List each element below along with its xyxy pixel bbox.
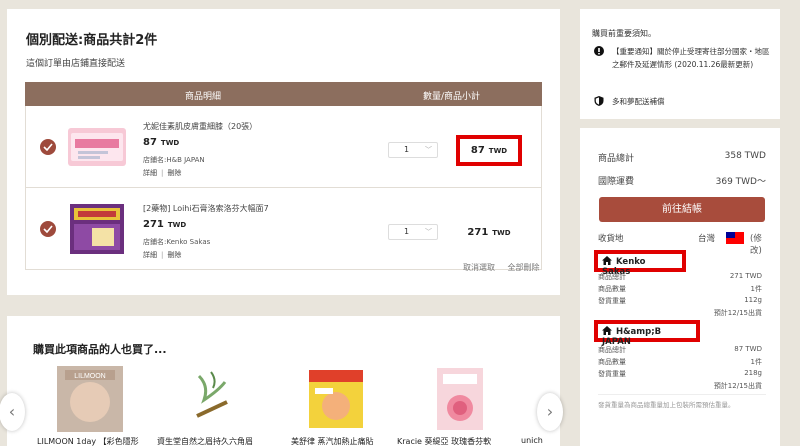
taiwan-flag-icon [726,232,744,244]
notice-text[interactable]: 【重要通知】關於停止受理寄往部分國家・地區之郵件及延遲情形 (2020.11.2… [612,45,770,71]
item-links: 詳細 | 刪除 [143,169,182,177]
shield-icon [594,96,604,106]
select-checkbox[interactable] [40,139,56,155]
bulk-actions: 取消選取 全部刪除 [453,262,540,273]
quantity-select[interactable]: 1 ﹀ [388,142,438,158]
product-image[interactable] [68,202,126,256]
header-item: 商品明細 [185,92,222,102]
delete-all-link[interactable]: 全部刪除 [508,263,540,272]
item-links: 詳細 | 刪除 [143,251,182,259]
delete-link[interactable]: 刪除 [167,251,181,259]
cart-table-header: 商品明細 數量/商品小計 [25,82,542,106]
notice-title: 購買前重要須知。 [592,29,656,38]
notice-panel: 購買前重要須知。 【重要通知】關於停止受理寄往部分國家・地區之郵件及延遲情形 (… [580,9,780,119]
recommend-name[interactable]: 美舒律 蒸汽加熱止痛貼 [291,436,374,446]
total-label: 商品總計 [598,154,635,164]
shipping-value: 369 TWD～ [715,177,766,187]
destination-country: 台灣 [698,234,716,244]
product-image[interactable] [68,120,126,174]
product-name[interactable]: [2藥物] Loihi石膏洛索洛芬大幅面7 [143,203,269,214]
chevron-down-icon: ﹀ [425,228,432,236]
chevron-down-icon: ﹀ [425,146,432,154]
product-image [179,366,245,432]
check-icon [43,143,53,151]
cart-subtitle: 這個訂單由店鋪直接配送 [26,59,126,69]
total-value: 358 TWD [724,151,766,161]
store-header: H&amp;B JAPAN [594,320,700,347]
product-image [309,370,363,428]
total-line: 商品總計 358 TWD [598,151,766,164]
cart-row: 尤妮佳素肌皮膚重細膝（20張） 87 TWD 店鋪名:H&B JAPAN 詳細 | 刪… [25,106,542,188]
quantity-select[interactable]: 1 ﹀ [388,224,438,240]
delete-link[interactable]: 刪除 [167,169,181,177]
item-subtotal: 87 TWD [456,135,522,166]
chevron-right-icon: › [546,402,554,421]
checkout-button[interactable]: 前往結帳 [599,197,765,222]
shipping-line: 國際運費 369 TWD～ [598,174,766,187]
product-image [437,368,483,430]
recommend-panel: 購買此項商品的人也買了... LILMOON LILMOON 1day 【彩色隱… [0,316,563,446]
check-icon [43,225,53,233]
change-destination-link[interactable]: (修改) [750,232,766,256]
detail-link[interactable]: 詳細 [143,251,157,259]
recommend-item[interactable]: Kracie 葵緹亞 玫瑰香芬軟 [397,366,501,446]
item-subtotal: 271 TWD [467,227,511,238]
cart-row: [2藥物] Loihi石膏洛索洛芬大幅面7 271 TWD 店鋪名:Kenko S… [25,188,542,270]
product-price: 271 TWD [143,219,187,230]
select-checkbox[interactable] [40,221,56,237]
store-name: 店鋪名:H&B JAPAN [143,156,205,164]
store-detail-line: 發貨重量 112g [598,296,762,305]
recommend-item[interactable]: LILMOON LILMOON 1day 【彩色隱形 [37,366,139,446]
image-label: LILMOON [74,373,106,380]
store-detail-line: 商品總計 87 TWD [598,345,762,354]
recommend-name[interactable]: LILMOON 1day 【彩色隱形 [37,436,139,446]
summary-panel: 商品總計 358 TWD 國際運費 369 TWD～ 前往結帳 收貨地 台灣 (… [580,128,780,446]
store-detail-line: 商品總計 271 TWD [598,272,762,281]
destination-line: 收貨地 台灣 (修改) [598,232,766,256]
recommend-name[interactable]: Kracie 葵緹亞 玫瑰香芬軟 [397,436,491,446]
product-price: 87 TWD [143,137,180,148]
store-name: 店鋪名:Kenko Sakas [143,238,211,246]
carousel-next-button[interactable]: › [537,393,563,431]
store-header: Kenko Sakas [594,250,686,277]
store-detail-line: 商品數量 1件 [598,358,762,366]
header-qty-subtotal: 數量/商品小計 [423,92,481,102]
recommend-name[interactable]: unich [521,436,543,445]
exclamation-icon [594,46,604,56]
cancel-select-link[interactable]: 取消選取 [463,263,495,272]
notice-text[interactable]: 多和夢配送補償 [612,95,770,108]
home-icon [602,326,612,335]
chevron-left-icon: ‹ [8,402,16,421]
destination-label: 收貨地 [598,234,624,244]
store-detail-line: 商品數量 1件 [598,285,762,293]
notice-item[interactable]: 多和夢配送補償 [594,95,770,108]
recommend-item[interactable]: 美舒律 蒸汽加熱止痛貼 [291,366,377,446]
recommend-title: 購買此項商品的人也買了... [33,343,167,356]
recommend-item[interactable]: 資生堂自然之眉持久六角眉 [157,366,253,446]
divider [598,394,766,395]
product-name[interactable]: 尤妮佳素肌皮膚重細膝（20張） [143,121,257,132]
product-image: LILMOON [57,366,123,432]
store-detail-line: 發貨重量 218g [598,369,762,378]
recommend-name[interactable]: 資生堂自然之眉持久六角眉 [157,436,253,446]
carousel-prev-button[interactable]: ‹ [0,393,25,431]
weight-footnote: 發貨重量為商品總重量加上包裝所需預估重量。 [598,401,735,409]
cart-title: 個別配送:商品共計2件 [26,33,158,48]
home-icon [602,256,612,265]
shipping-label: 國際運費 [598,177,635,187]
detail-link[interactable]: 詳細 [143,169,157,177]
notice-item[interactable]: 【重要通知】關於停止受理寄往部分國家・地區之郵件及延遲情形 (2020.11.2… [594,45,774,71]
cart-panel: 個別配送:商品共計2件 這個訂單由店鋪直接配送 商品明細 數量/商品小計 尤妮佳… [7,9,560,295]
